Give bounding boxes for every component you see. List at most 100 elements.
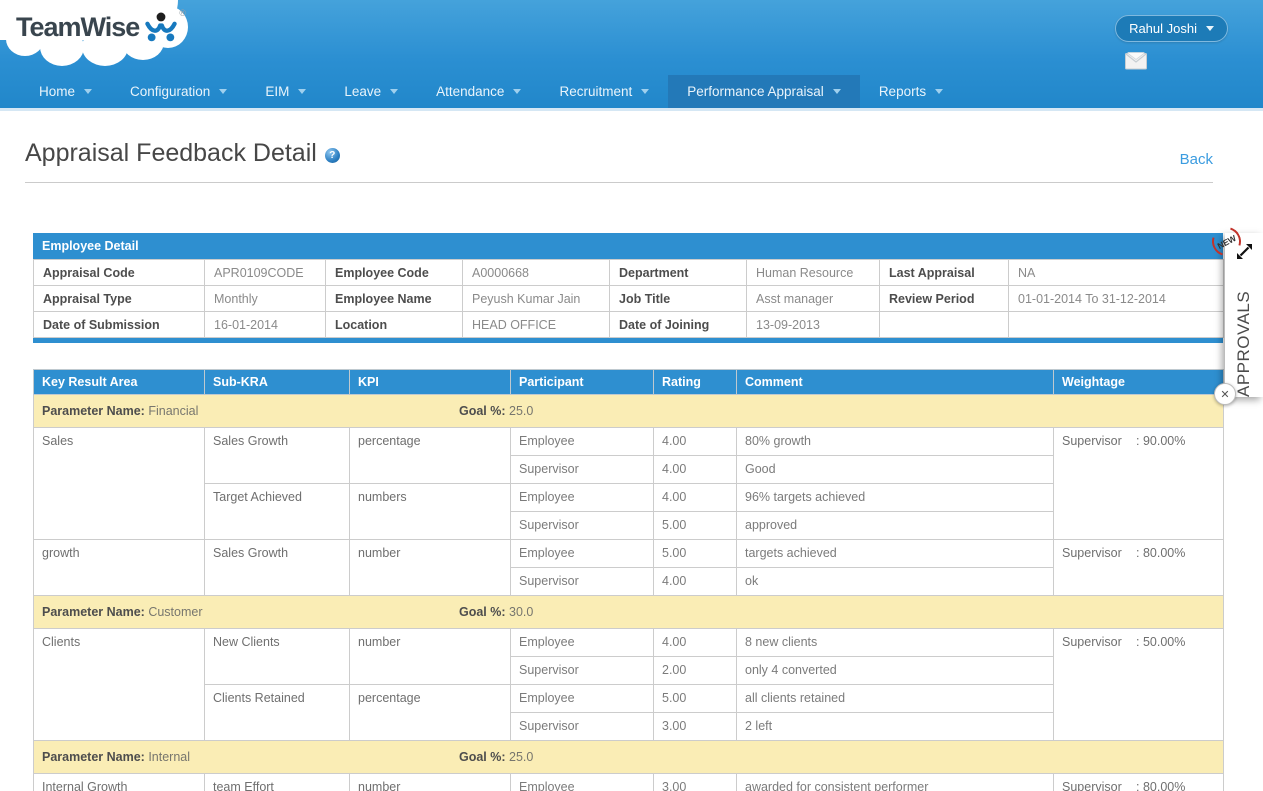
table-row: Target Achieved numbers Employee 4.00 96… <box>34 483 1224 540</box>
sub-kra-cell: Sales Growth <box>204 539 350 596</box>
field-value: 16-01-2014 <box>204 311 326 338</box>
field-value: Monthly <box>204 285 326 312</box>
comment-cell: all clients retained <box>736 684 1054 713</box>
chevron-down-icon <box>832 89 841 94</box>
nav-item-reports[interactable]: Reports <box>860 75 962 108</box>
approvals-tab[interactable]: NEW APPROVALS ✕ <box>1206 221 1263 405</box>
teamwise-logo[interactable]: TeamWise ® <box>16 8 186 50</box>
field-label <box>879 311 1009 338</box>
column-header: Key Result Area <box>33 369 205 395</box>
comment-cell: 2 left <box>736 712 1054 741</box>
rating-cell: 5.00 <box>653 684 737 713</box>
field-label: Review Period <box>879 285 1009 312</box>
employee-detail-title: Employee Detail <box>33 233 1223 259</box>
goal-label: Goal %: <box>459 605 506 619</box>
table-row: Sales Sales Growth percentage Employee 4… <box>33 427 1224 540</box>
sub-kra-cell: Clients Retained <box>204 684 350 741</box>
field-value: Asst manager <box>746 285 880 312</box>
registered-mark: ® <box>179 8 186 18</box>
field-label: Employee Name <box>325 285 463 312</box>
rating-cell: 4.00 <box>653 455 737 484</box>
field-value: 01-01-2014 To 31-12-2014 <box>1008 285 1224 312</box>
nav-item-leave[interactable]: Leave <box>325 75 417 108</box>
parameter-label: Parameter Name: <box>42 750 145 764</box>
main-nav: Home Configuration EIM Leave Attendance … <box>0 75 962 108</box>
chevron-down-icon <box>390 89 399 94</box>
parameter-label: Parameter Name: <box>42 605 145 619</box>
kpi-cell: percentage <box>349 684 511 741</box>
field-value: NA <box>1008 259 1224 286</box>
rating-cell: 4.00 <box>653 567 737 596</box>
back-link[interactable]: Back <box>1180 151 1213 168</box>
nav-item-attendance[interactable]: Attendance <box>417 75 540 108</box>
kra-header-row: Key Result Area Sub-KRA KPI Participant … <box>33 369 1224 395</box>
goal-label: Goal %: <box>459 750 506 764</box>
field-value: 13-09-2013 <box>746 311 880 338</box>
parameter-name: Financial <box>148 404 199 418</box>
nav-item-recruitment[interactable]: Recruitment <box>540 75 668 108</box>
nav-item-eim[interactable]: EIM <box>246 75 325 108</box>
weightage-cell: Supervisor : 80.00% <box>1053 773 1224 791</box>
nav-item-performance-appraisal[interactable]: Performance Appraisal <box>668 75 860 108</box>
column-header: Comment <box>736 369 1054 395</box>
rating-cell: 2.00 <box>653 656 737 685</box>
table-row: Appraisal Type Monthly Employee Name Pey… <box>33 285 1224 312</box>
nav-item-configuration[interactable]: Configuration <box>111 75 246 108</box>
parameter-row: Parameter Name: Financial Goal %: 25.0 <box>33 394 1224 428</box>
participant-cell: Supervisor <box>510 511 654 540</box>
close-icon[interactable]: ✕ <box>1214 383 1236 405</box>
chevron-down-icon <box>641 89 650 94</box>
sub-kra-cell: New Clients <box>204 628 350 685</box>
field-label: Employee Code <box>325 259 463 286</box>
chevron-down-icon <box>219 89 228 94</box>
goal-label: Goal %: <box>459 404 506 418</box>
table-row: Clients Retained percentage Employee 5.0… <box>34 684 1224 741</box>
comment-cell: targets achieved <box>736 539 1054 568</box>
goal-value: 25.0 <box>509 404 534 418</box>
comment-cell: 80% growth <box>736 427 1054 456</box>
chevron-down-icon <box>298 89 307 94</box>
nav-item-home[interactable]: Home <box>20 75 111 108</box>
weightage-cell: Supervisor : 50.00% <box>1053 628 1224 741</box>
field-value: Human Resource <box>746 259 880 286</box>
rating-cell: 3.00 <box>653 712 737 741</box>
user-menu-button[interactable]: Rahul Joshi <box>1115 15 1228 42</box>
help-icon[interactable]: ? <box>324 148 340 163</box>
field-label: Appraisal Type <box>33 285 205 312</box>
rating-cell: 5.00 <box>653 539 737 568</box>
kra-cell: Sales <box>33 427 205 540</box>
parameter-row: Parameter Name: Customer Goal %: 30.0 <box>33 595 1224 629</box>
rating-cell: 4.00 <box>653 427 737 456</box>
weightage-cell: Supervisor : 80.00% <box>1053 539 1224 596</box>
participant-cell: Employee <box>510 427 654 456</box>
comment-cell: ok <box>736 567 1054 596</box>
kpi-cell: number <box>349 773 511 791</box>
weightage-cell: Supervisor : 90.00% <box>1053 427 1224 540</box>
kra-cell: Clients <box>33 628 205 741</box>
comment-cell: 8 new clients <box>736 628 1054 657</box>
field-label: Date of Joining <box>609 311 747 338</box>
column-header: Participant <box>510 369 654 395</box>
field-label: Appraisal Code <box>33 259 205 286</box>
field-label: Job Title <box>609 285 747 312</box>
user-name: Rahul Joshi <box>1129 21 1197 36</box>
parameter-row: Parameter Name: Internal Goal %: 25.0 <box>33 740 1224 774</box>
kra-cell: growth <box>33 539 205 596</box>
kra-table: Key Result Area Sub-KRA KPI Participant … <box>33 369 1224 791</box>
page-title: Appraisal Feedback Detail <box>25 139 317 167</box>
table-row: Clients New Clients number Employee 4.00… <box>33 628 1224 741</box>
participant-cell: Supervisor <box>510 656 654 685</box>
kpi-cell: number <box>349 628 511 685</box>
field-value: A0000668 <box>462 259 610 286</box>
field-label: Location <box>325 311 463 338</box>
mail-icon[interactable] <box>1125 52 1147 70</box>
table-row: Date of Submission 16-01-2014 Location H… <box>33 311 1224 338</box>
kra-section: Key Result Area Sub-KRA KPI Participant … <box>33 369 1224 791</box>
table-row: Appraisal Code APR0109CODE Employee Code… <box>33 259 1224 286</box>
column-header: Rating <box>653 369 737 395</box>
sub-kra-cell: Target Achieved <box>204 483 350 540</box>
field-label: Last Appraisal <box>879 259 1009 286</box>
kpi-cell: number <box>349 539 511 596</box>
field-label: Department <box>609 259 747 286</box>
chevron-down-icon <box>935 89 944 94</box>
